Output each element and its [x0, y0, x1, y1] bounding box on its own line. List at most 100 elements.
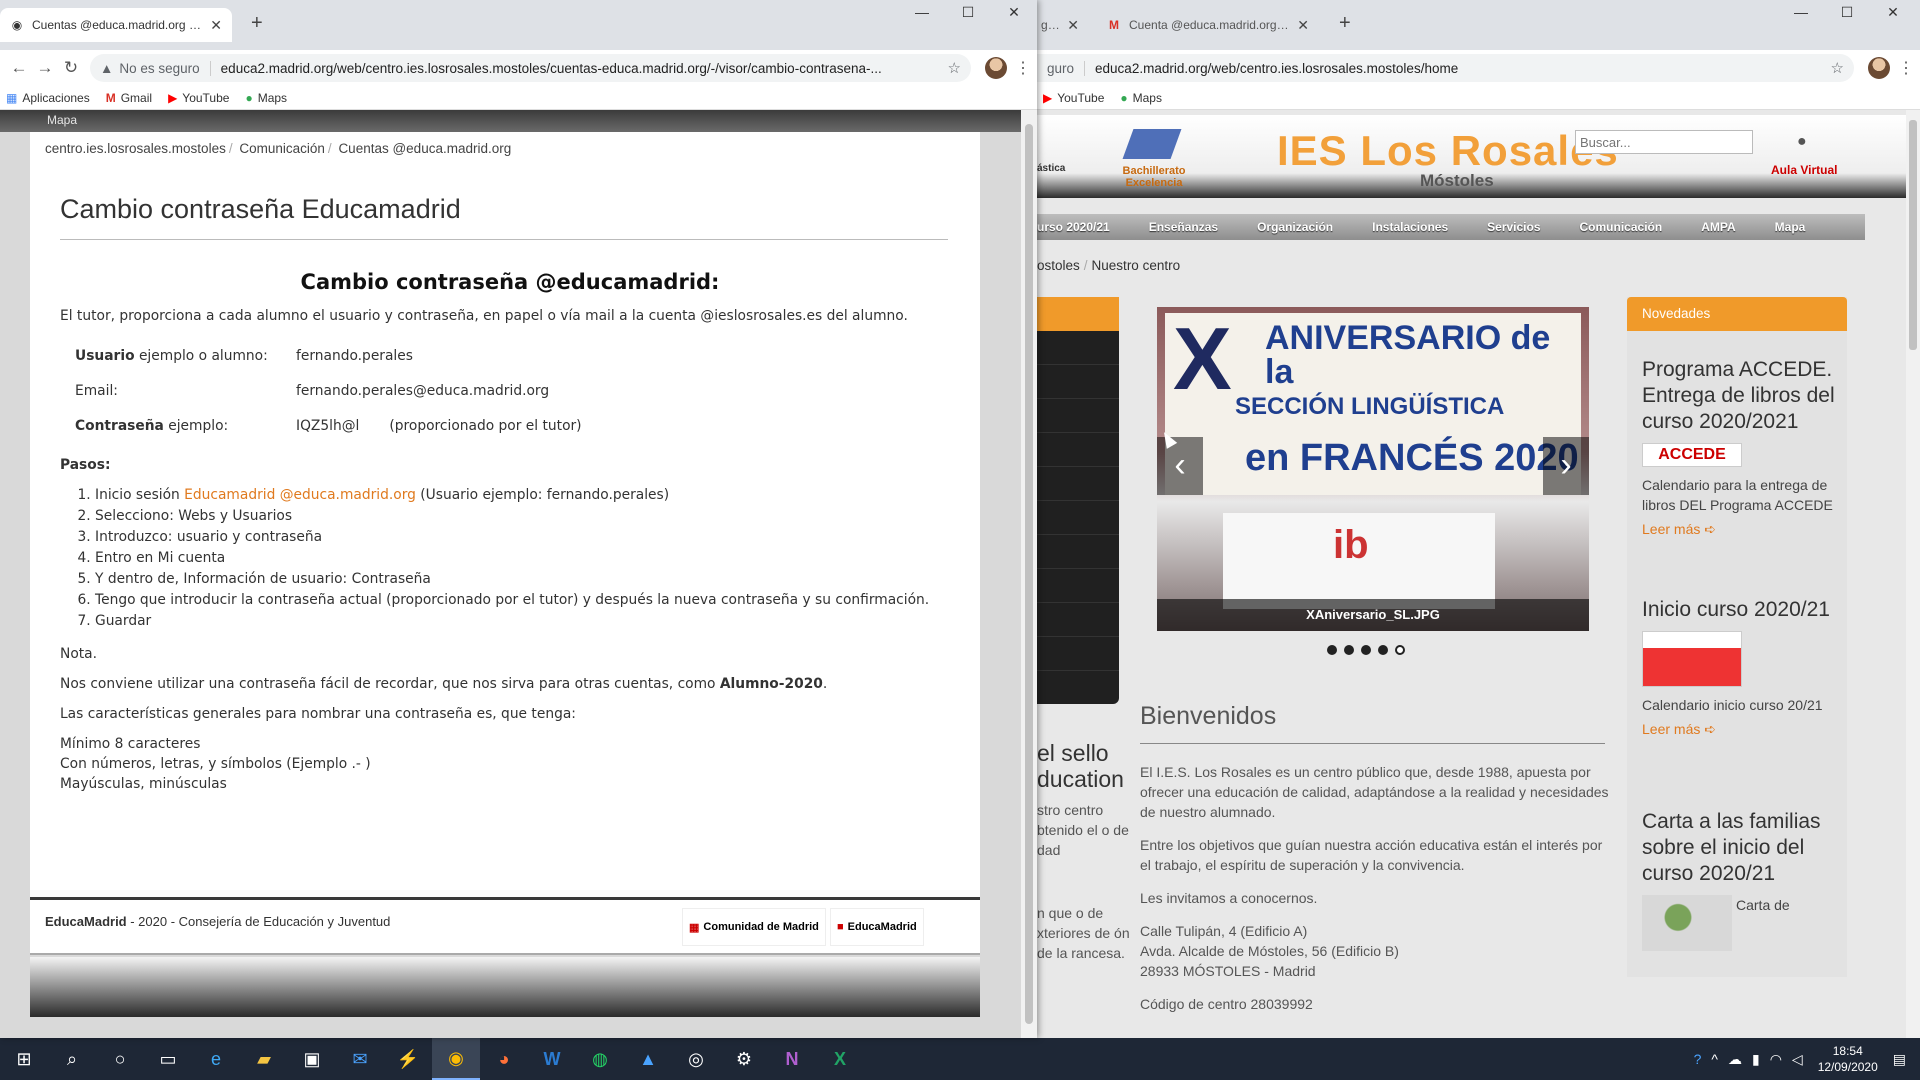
educamadrid-link[interactable]: Educamadrid @educa.madrid.org	[184, 487, 416, 503]
notifications-icon[interactable]: ▤	[1893, 1051, 1906, 1068]
carousel-prev-button[interactable]: ‹	[1157, 437, 1203, 495]
address-bar[interactable]: ▲ No es seguro educa2.madrid.org/web/cen…	[90, 54, 971, 82]
word-icon[interactable]: W	[528, 1038, 576, 1080]
tab-cuentas[interactable]: ◉ Cuentas @educa.madrid.org | ce ✕	[0, 8, 232, 42]
reload-button[interactable]: ↻	[58, 58, 84, 78]
side-menu-item[interactable]	[1037, 569, 1119, 603]
firefox-icon[interactable]: ◕	[480, 1038, 528, 1080]
minimize-button[interactable]: —	[899, 4, 945, 21]
new-tab-button[interactable]: +	[251, 12, 263, 35]
profile-avatar[interactable]	[1868, 57, 1890, 79]
search-icon[interactable]: ⌕	[48, 1038, 96, 1080]
mail-icon[interactable]: ✉	[336, 1038, 384, 1080]
read-more-link[interactable]: Leer más ➪	[1642, 721, 1842, 738]
bookmark-star-icon[interactable]: ☆	[1831, 59, 1844, 77]
new-tab-button[interactable]: +	[1339, 12, 1351, 35]
nav-item[interactable]: AMPA	[1701, 220, 1735, 234]
news-title[interactable]: Inicio curso 2020/21	[1642, 597, 1842, 623]
close-window-button[interactable]: ✕	[1870, 4, 1916, 21]
map-link[interactable]: Mapa	[47, 113, 77, 127]
side-menu-item[interactable]	[1037, 603, 1119, 637]
breadcrumb-item[interactable]: centro.ies.losrosales.mostoles	[45, 141, 226, 156]
store-icon[interactable]: ▣	[288, 1038, 336, 1080]
app-icon[interactable]: ⚡	[384, 1038, 432, 1080]
nav-item[interactable]: Servicios	[1487, 220, 1540, 234]
wifi-icon[interactable]: ◠	[1770, 1051, 1782, 1068]
maximize-button[interactable]: ☐	[1824, 4, 1870, 21]
close-window-button[interactable]: ✕	[991, 4, 1037, 21]
obs-icon[interactable]: ◎	[672, 1038, 720, 1080]
breadcrumb-item[interactable]: Cuentas @educa.madrid.org	[338, 141, 511, 156]
photos-icon[interactable]: ▲	[624, 1038, 672, 1080]
file-explorer-icon[interactable]: ▰	[240, 1038, 288, 1080]
image-carousel[interactable]: X ANIVERSARIO de la SECCIÓN LINGÜÍSTICA …	[1157, 307, 1589, 631]
user-icon[interactable]: ●	[1797, 133, 1807, 151]
volume-icon[interactable]: ◁	[1792, 1051, 1803, 1068]
carousel-dot-active[interactable]	[1395, 645, 1405, 655]
scrollbar-thumb[interactable]	[1909, 120, 1917, 350]
menu-icon[interactable]: ⋮	[1898, 58, 1914, 78]
nav-item[interactable]: Instalaciones	[1372, 220, 1448, 234]
nav-item[interactable]: Organización	[1257, 220, 1333, 234]
nav-item[interactable]: Comunicación	[1580, 220, 1663, 234]
vertical-scrollbar[interactable]	[1906, 110, 1920, 1038]
news-title[interactable]: Programa ACCEDE. Entrega de libros del c…	[1642, 357, 1842, 435]
carousel-dot[interactable]	[1361, 645, 1371, 655]
windows-start-icon[interactable]: ⊞	[0, 1038, 48, 1080]
chevron-up-icon[interactable]: ^	[1711, 1051, 1718, 1067]
maximize-button[interactable]: ☐	[945, 4, 991, 21]
nav-item[interactable]: Enseñanzas	[1149, 220, 1218, 234]
search-input[interactable]	[1575, 130, 1753, 154]
excel-icon[interactable]: X	[816, 1038, 864, 1080]
carousel-dot[interactable]	[1344, 645, 1354, 655]
chrome-icon[interactable]: ◉	[432, 1038, 480, 1080]
nav-item[interactable]: Mapa	[1775, 220, 1806, 234]
bookmark-apps[interactable]: ▦ Aplicaciones	[6, 91, 90, 105]
mic-icon[interactable]: ▮	[1752, 1051, 1760, 1068]
carousel-dot[interactable]	[1327, 645, 1337, 655]
close-tab-icon[interactable]: ✕	[1067, 17, 1079, 34]
cloud-icon[interactable]: ☁	[1728, 1051, 1742, 1068]
whatsapp-icon[interactable]: ◍	[576, 1038, 624, 1080]
comunidad-madrid-logo[interactable]: ▦ Comunidad de Madrid	[682, 908, 826, 946]
close-tab-icon[interactable]: ✕	[210, 17, 222, 34]
forward-button[interactable]: →	[32, 58, 58, 78]
side-menu-item[interactable]	[1037, 331, 1119, 365]
news-title[interactable]: Carta a las familias sobre el inicio del…	[1642, 809, 1842, 887]
minimize-button[interactable]: —	[1778, 4, 1824, 21]
onenote-icon[interactable]: N	[768, 1038, 816, 1080]
carousel-next-button[interactable]: ›	[1543, 437, 1589, 495]
side-menu-item[interactable]	[1037, 535, 1119, 569]
read-more-link[interactable]: Leer más ➪	[1642, 521, 1842, 538]
close-tab-icon[interactable]: ✕	[1297, 17, 1309, 34]
task-view-icon[interactable]: ▭	[144, 1038, 192, 1080]
clock[interactable]: 18:54 12/09/2020	[1818, 1043, 1878, 1075]
side-menu-item[interactable]	[1037, 467, 1119, 501]
back-button[interactable]: ←	[6, 58, 32, 78]
settings-gear-icon[interactable]: ⚙	[720, 1038, 768, 1080]
bookmark-youtube[interactable]: ▶ YouTube	[168, 91, 229, 105]
profile-avatar[interactable]	[985, 57, 1007, 79]
bachillerato-logo[interactable]: Bachillerato Excelencia	[1114, 125, 1194, 189]
address-bar[interactable]: guro educa2.madrid.org/web/centro.ies.lo…	[1037, 54, 1854, 82]
side-menu-item[interactable]	[1037, 399, 1119, 433]
menu-icon[interactable]: ⋮	[1015, 58, 1031, 78]
tab-partial[interactable]: gros ✕	[1037, 8, 1083, 42]
bookmark-maps[interactable]: ● Maps	[1120, 91, 1162, 105]
carousel-dot[interactable]	[1378, 645, 1388, 655]
educamadrid-logo[interactable]: ■ EducaMadrid	[830, 908, 924, 946]
breadcrumb-item[interactable]: Comunicación	[239, 141, 325, 156]
vertical-scrollbar[interactable]	[1021, 110, 1037, 1038]
edge-icon[interactable]: e	[192, 1038, 240, 1080]
help-icon[interactable]: ?	[1694, 1051, 1702, 1067]
bookmark-youtube[interactable]: ▶ YouTube	[1043, 91, 1104, 105]
bookmark-maps[interactable]: ● Maps	[245, 91, 287, 105]
side-menu-item[interactable]	[1037, 637, 1119, 671]
nav-item[interactable]: urso 2020/21	[1037, 220, 1110, 234]
site-title[interactable]: IES Los Rosales	[1277, 127, 1619, 175]
breadcrumb-item[interactable]: ostoles	[1037, 258, 1080, 273]
tab-cuenta[interactable]: M Cuenta @educa.madrid.org - Us ✕	[1097, 8, 1319, 42]
bookmark-gmail[interactable]: M Gmail	[106, 91, 152, 105]
cortana-icon[interactable]: ○	[96, 1038, 144, 1080]
side-menu-item[interactable]	[1037, 365, 1119, 399]
